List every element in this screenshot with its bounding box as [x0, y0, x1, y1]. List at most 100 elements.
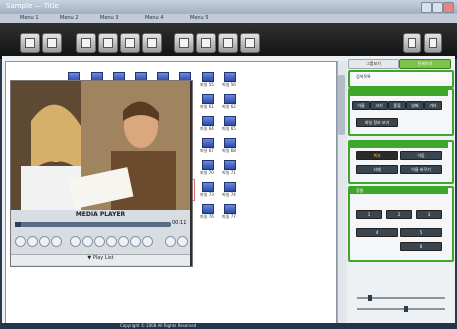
forward-icon[interactable] [94, 236, 105, 247]
folder-item[interactable]: 파일 71 [219, 158, 239, 178]
toolbar-button[interactable] [240, 33, 260, 53]
folder-icon [202, 182, 214, 192]
copy-button[interactable]: 복사 [356, 151, 398, 160]
folder-item[interactable]: 파일 62 [219, 92, 239, 112]
panel-header [350, 188, 448, 194]
menu-item[interactable]: Menu 3 [100, 15, 119, 21]
play-icon[interactable] [15, 236, 26, 247]
tab-group-view[interactable]: 그룹보기 [348, 59, 399, 69]
tab-all-view[interactable]: 전체보기 [399, 59, 451, 69]
exit-button[interactable] [424, 33, 442, 53]
folder-icon [224, 72, 236, 82]
toolbar-button[interactable] [218, 33, 238, 53]
rewind-icon[interactable] [82, 236, 93, 247]
folder-icon [202, 116, 214, 126]
toolbar-button[interactable] [98, 33, 118, 53]
folder-item[interactable]: 파일 76 [197, 202, 217, 222]
folder-icon [202, 72, 214, 82]
folder-label: 파일 65 [222, 126, 236, 131]
folder-item[interactable]: 파일 73 [197, 180, 217, 200]
menu-item[interactable]: Menu 1 [20, 15, 39, 21]
stop-icon[interactable] [39, 236, 50, 247]
balance-slider[interactable] [357, 308, 445, 310]
sort-button[interactable]: 5 [400, 228, 442, 237]
folder-label: 파일 56 [222, 82, 236, 87]
folder-icon [224, 182, 236, 192]
menu-bar: Menu 1 Menu 2 Menu 3 Menu 4 Menu 5 [0, 14, 457, 23]
repeat-icon[interactable] [118, 236, 129, 247]
view-option-button[interactable]: 날짜 [406, 101, 424, 110]
toolbar-button[interactable] [174, 33, 194, 53]
minimize-button[interactable] [421, 2, 432, 13]
folder-item[interactable]: 파일 68 [219, 136, 239, 156]
toolbar-button[interactable] [20, 33, 40, 53]
folder-label: 파일 74 [222, 192, 236, 197]
folder-item[interactable]: 파일 64 [197, 114, 217, 134]
menu-item[interactable]: Menu 4 [145, 15, 164, 21]
search-list-label: 검색목록 [356, 74, 371, 79]
folder-label: 파일 73 [200, 192, 214, 197]
close-button[interactable] [443, 2, 454, 13]
toolbar-button[interactable] [120, 33, 140, 53]
panel-header [350, 142, 448, 148]
home-button[interactable] [403, 33, 421, 53]
delete-button[interactable]: 삭제 [356, 165, 398, 174]
folder-label: 파일 76 [200, 214, 214, 219]
folder-icon [224, 116, 236, 126]
folder-icon [224, 160, 236, 170]
folder-icon [224, 138, 236, 148]
move-button[interactable]: 이동 [400, 151, 442, 160]
toolbar-button[interactable] [42, 33, 62, 53]
view-option-button[interactable]: 기타 [424, 101, 442, 110]
sort-button[interactable]: 3 [416, 210, 442, 219]
view-option-button[interactable]: 이름 [352, 101, 370, 110]
status-bar [0, 323, 457, 329]
rename-button[interactable]: 이름 바꾸기 [400, 165, 442, 174]
folder-item[interactable]: 파일 70 [197, 158, 217, 178]
menu-item[interactable]: Menu 5 [190, 15, 209, 21]
toolbar-button[interactable] [142, 33, 162, 53]
fullscreen-icon[interactable] [165, 236, 176, 247]
sort-button[interactable]: 1 [356, 210, 382, 219]
prev-icon[interactable] [70, 236, 81, 247]
folder-item[interactable]: 파일 61 [197, 92, 217, 112]
folder-icon [224, 94, 236, 104]
title-bar: Sample — Title [0, 0, 457, 14]
folder-icon [202, 138, 214, 148]
toolbar-button[interactable] [196, 33, 216, 53]
toolbar-button[interactable] [76, 33, 96, 53]
sort-button[interactable]: 4 [356, 228, 398, 237]
folder-item[interactable]: 파일 65 [219, 114, 239, 134]
balance-slider-knob[interactable] [404, 306, 408, 312]
next-icon[interactable] [106, 236, 117, 247]
folder-label: 파일 61 [200, 104, 214, 109]
shuffle-icon[interactable] [130, 236, 141, 247]
eject-icon[interactable] [51, 236, 62, 247]
settings-icon[interactable] [177, 236, 188, 247]
window-title: Sample — Title [6, 2, 59, 10]
sort-button[interactable]: 6 [400, 242, 442, 251]
seek-bar[interactable] [15, 222, 171, 227]
volume-icon[interactable] [142, 236, 153, 247]
folder-label: 파일 62 [222, 104, 236, 109]
sort-panel-title: 정렬 [356, 188, 364, 193]
scrollbar-thumb[interactable] [338, 75, 345, 135]
pause-icon[interactable] [27, 236, 38, 247]
video-frame-image [11, 81, 190, 210]
volume-slider-knob[interactable] [368, 295, 372, 301]
folder-item[interactable]: 파일 77 [219, 202, 239, 222]
view-option-button[interactable]: 크기 [370, 101, 388, 110]
folder-item[interactable]: 파일 56 [219, 70, 239, 90]
status-text: Copyright © 2008 All Rights Reserved [120, 323, 197, 328]
folder-icon [224, 204, 236, 214]
video-area[interactable] [11, 81, 190, 210]
folder-item[interactable]: 파일 74 [219, 180, 239, 200]
view-option-button[interactable]: 종류 [388, 101, 406, 110]
file-info-button[interactable]: 파일 정보 보기 [356, 118, 398, 127]
maximize-button[interactable] [432, 2, 443, 13]
folder-item[interactable]: 파일 67 [197, 136, 217, 156]
sort-button[interactable]: 2 [386, 210, 412, 219]
menu-item[interactable]: Menu 2 [60, 15, 79, 21]
folder-item[interactable]: 파일 55 [197, 70, 217, 90]
folder-label: 파일 71 [222, 170, 236, 175]
